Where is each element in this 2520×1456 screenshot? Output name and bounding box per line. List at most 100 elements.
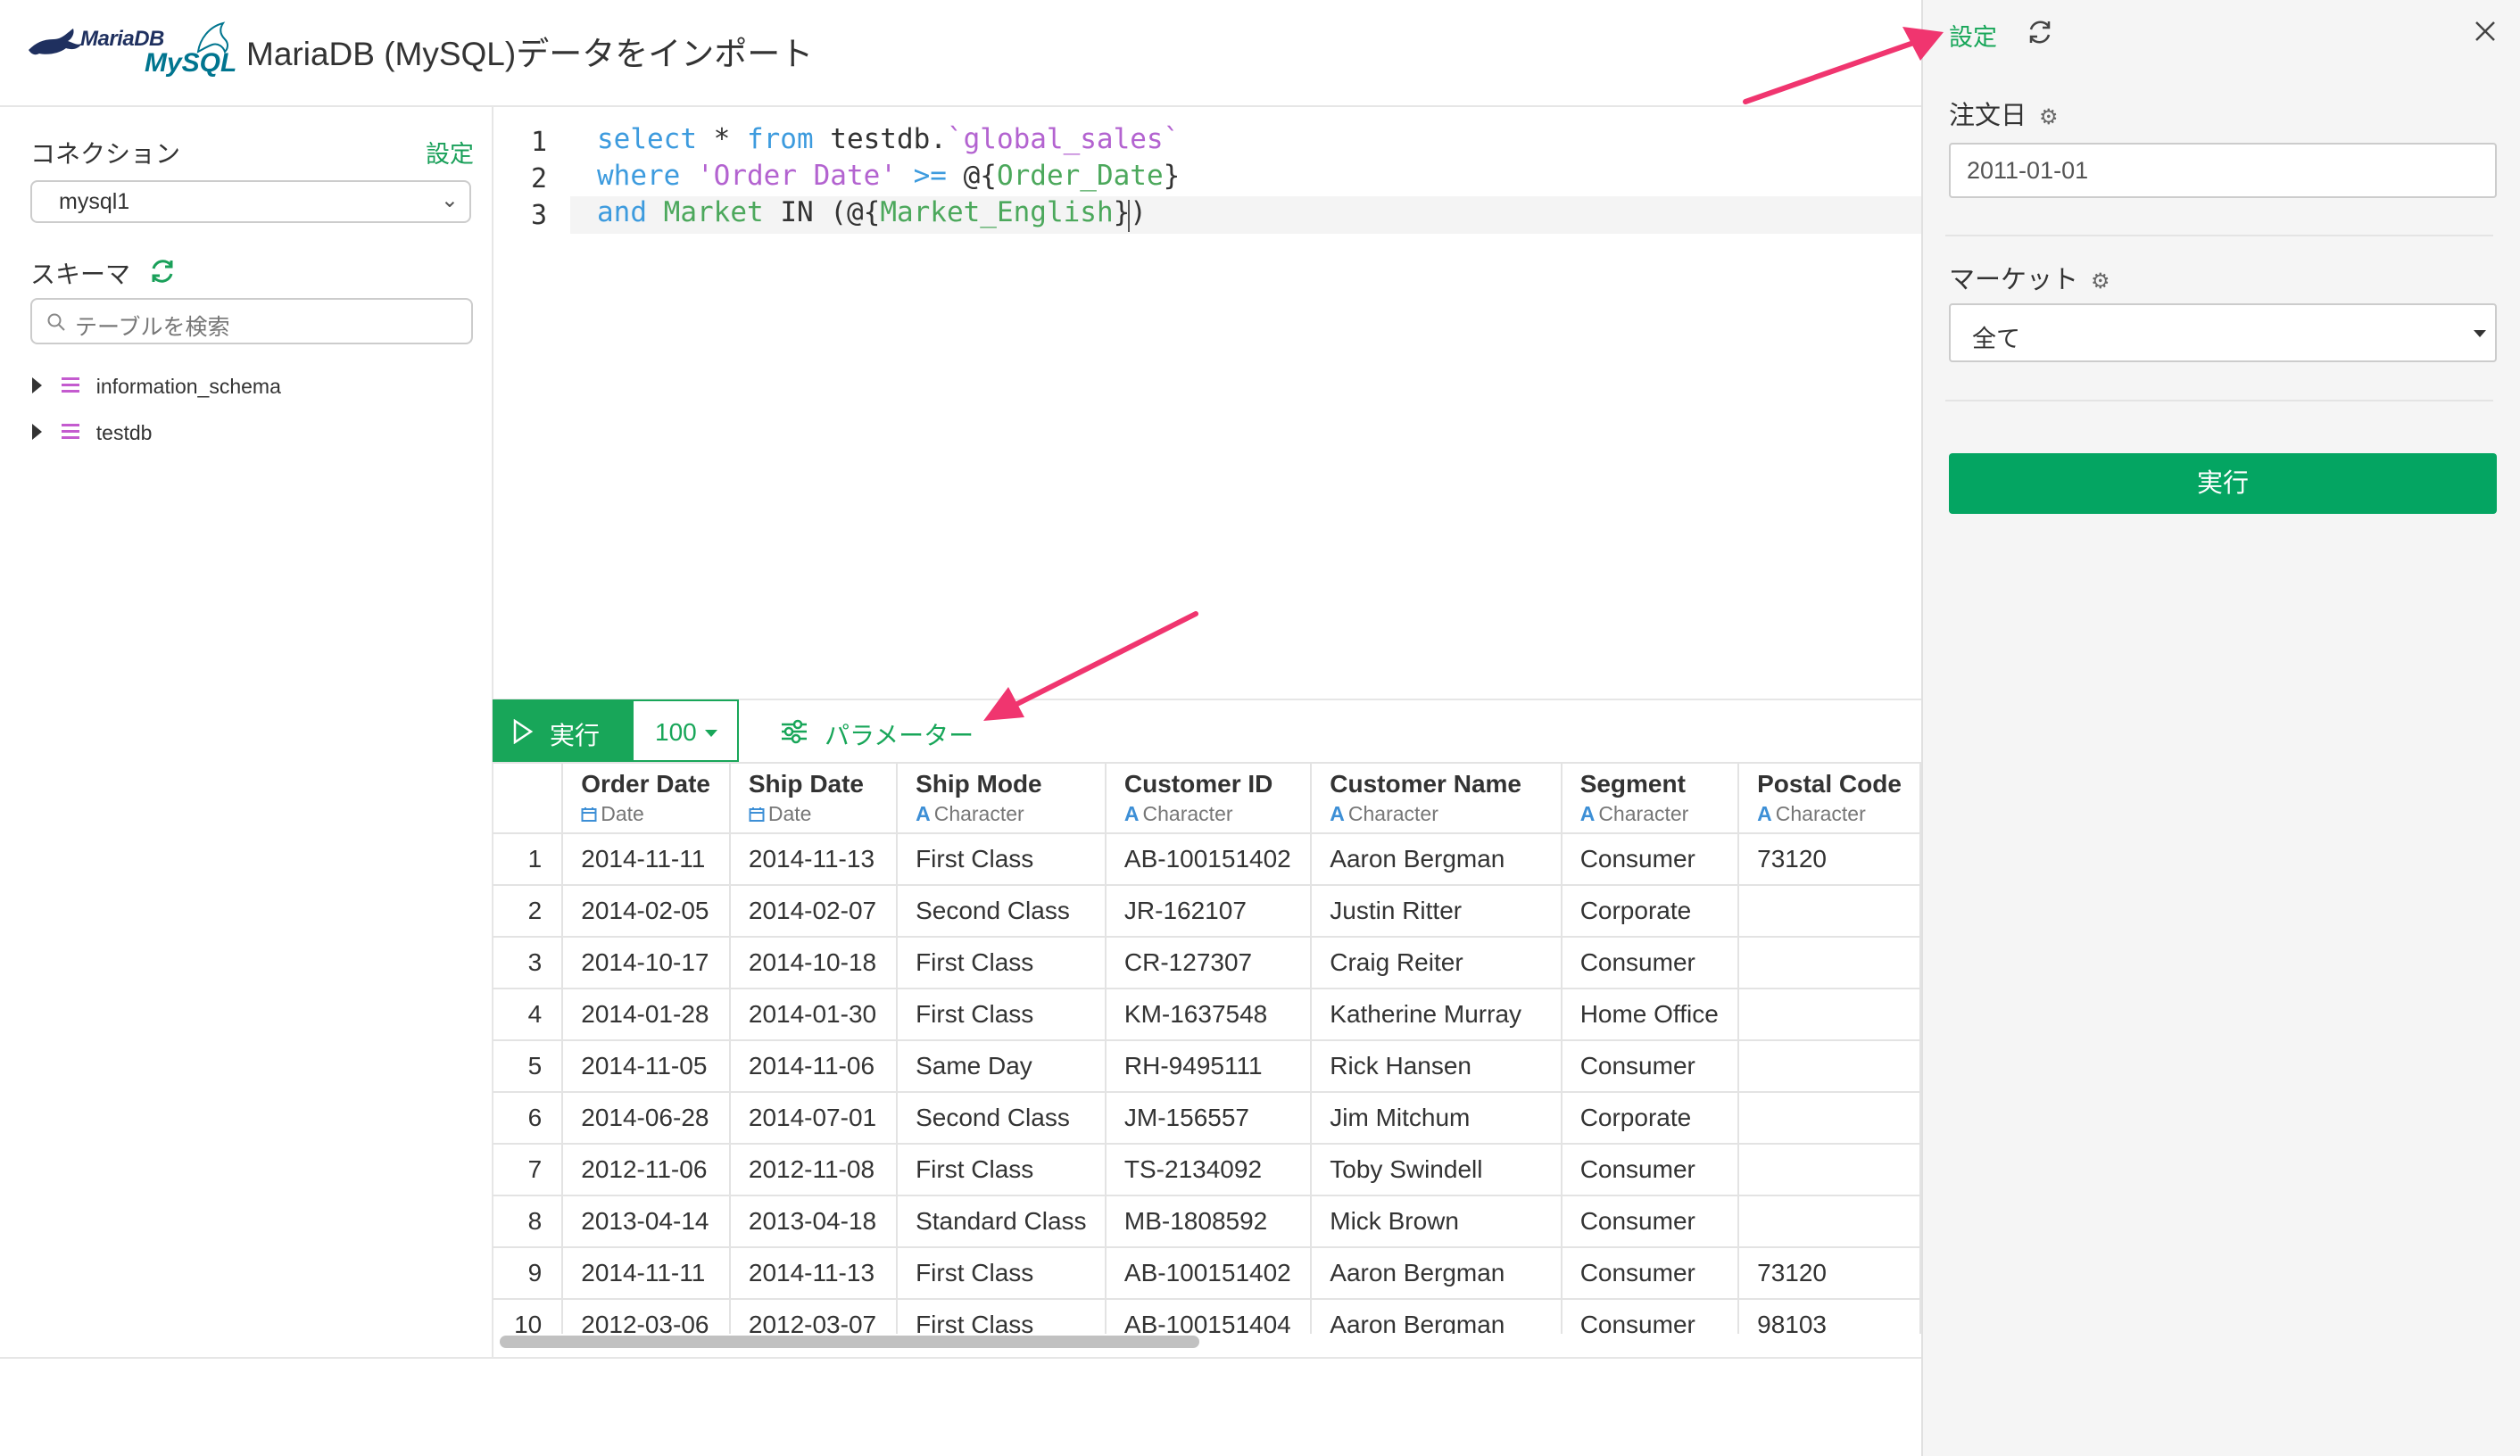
table-cell: 2014-11-13 <box>729 1247 899 1300</box>
horizontal-scrollbar[interactable] <box>500 1336 1199 1348</box>
table-cell: 2014-10-18 <box>729 937 899 989</box>
market-select[interactable]: 全て <box>1949 303 2497 362</box>
connection-select[interactable]: mysql1 ⌄ <box>30 180 471 223</box>
column-header[interactable]: Segment A Character <box>1561 763 1740 834</box>
table-row[interactable]: 3 2014-10-17 2014-10-18 First Class CR-12730… <box>493 937 1921 989</box>
code-token: @{ <box>946 160 997 192</box>
table-cell: Standard Class <box>897 1195 1107 1248</box>
tree-item-information-schema[interactable]: information_schema <box>32 375 281 399</box>
column-header[interactable]: Order Date Date <box>562 763 731 834</box>
table-cell: JM-156557 <box>1105 1092 1313 1145</box>
tree-item-testdb[interactable]: testdb <box>32 421 152 445</box>
table-cell: First Class <box>897 937 1107 989</box>
table-row[interactable]: 9 2014-11-11 2014-11-13 First Class AB-10015… <box>493 1247 1921 1300</box>
divider <box>1945 400 2493 401</box>
calendar-icon <box>581 802 597 825</box>
caret-down-icon <box>2474 330 2486 337</box>
sliders-icon <box>782 719 807 744</box>
column-type: A Character <box>1330 802 1542 826</box>
results-table: Order Date Date Ship Date Date Ship Mode A Cha… <box>493 763 1921 1334</box>
row-number-header <box>493 763 564 834</box>
gear-icon[interactable]: ⚙ <box>2091 269 2110 294</box>
column-name: Ship Date <box>748 769 865 798</box>
table-row[interactable]: 1 2014-11-11 2014-11-13 First Class AB-10015… <box>493 833 1921 886</box>
column-header[interactable]: Ship Date Date <box>729 763 899 834</box>
table-cell: 2012-11-06 <box>562 1144 731 1196</box>
table-cell: Consumer <box>1561 1195 1740 1248</box>
table-cell: Craig Reiter <box>1311 937 1563 989</box>
play-icon <box>513 719 534 744</box>
table-cell: Aaron Bergman <box>1311 1247 1563 1300</box>
order-date-input[interactable]: 2011-01-01 <box>1949 143 2497 198</box>
table-cell: Second Class <box>897 885 1107 938</box>
expand-arrow-icon[interactable] <box>32 424 42 440</box>
market-select-value: 全て <box>1972 326 2020 352</box>
table-cell: 2014-11-06 <box>729 1040 899 1093</box>
table-row[interactable]: 8 2013-04-14 2013-04-18 Standard Class MB-18… <box>493 1195 1921 1248</box>
row-number: 10 <box>493 1299 564 1334</box>
column-header[interactable]: Ship Mode A Character <box>897 763 1107 834</box>
run-button[interactable]: 実行 <box>493 699 632 762</box>
table-cell: Mick Brown <box>1311 1195 1563 1248</box>
table-row[interactable]: 10 2012-03-06 2012-03-07 First Class AB-1001… <box>493 1299 1921 1334</box>
character-type-icon: A <box>916 801 931 825</box>
refresh-icon[interactable] <box>2026 18 2054 46</box>
table-cell: Consumer <box>1561 1144 1740 1196</box>
calendar-icon <box>749 802 765 825</box>
table-cell: TS-2134092 <box>1105 1144 1313 1196</box>
table-cell <box>1738 1092 1921 1145</box>
table-cell: 2013-04-14 <box>562 1195 731 1248</box>
column-header[interactable]: Postal Code A Character <box>1738 763 1921 834</box>
table-cell: 2014-01-30 <box>729 989 899 1041</box>
divider <box>1945 235 2493 236</box>
table-cell: Toby Swindell <box>1311 1144 1563 1196</box>
results-grid[interactable]: Order Date Date Ship Date Date Ship Mode A Cha… <box>493 763 1921 1334</box>
tree-item-label: testdb <box>95 421 153 444</box>
table-cell: Corporate <box>1561 1092 1740 1145</box>
column-type-label: Character <box>933 801 1024 825</box>
parameter-panel <box>1921 0 2520 1456</box>
table-cell: 2014-11-11 <box>562 1247 731 1300</box>
code-line-1: select * from testdb.`global_sales` <box>597 123 1180 155</box>
annotation-arrow-parameters <box>983 611 1198 721</box>
column-header[interactable]: Customer Name A Character <box>1311 763 1563 834</box>
seal-icon <box>29 29 82 55</box>
table-row[interactable]: 2 2014-02-05 2014-02-07 Second Class JR-1621… <box>493 885 1921 938</box>
table-row[interactable]: 5 2014-11-05 2014-11-06 Same Day RH-9495111 R… <box>493 1040 1921 1093</box>
search-icon <box>47 313 65 331</box>
close-icon[interactable] <box>2474 20 2497 43</box>
table-cell: First Class <box>897 1144 1107 1196</box>
sql-editor[interactable]: 1 2 3 select * from testdb.`global_sales… <box>493 107 1921 699</box>
database-icon <box>62 377 80 393</box>
column-type: Date <box>749 802 878 826</box>
schema-label: スキーマ <box>30 261 131 288</box>
table-cell: AB-100151404 <box>1105 1299 1313 1334</box>
refresh-schema-icon[interactable] <box>148 257 177 285</box>
column-header[interactable]: Customer ID A Character <box>1105 763 1313 834</box>
chevron-down-icon: ⌄ <box>440 188 459 212</box>
table-cell: Consumer <box>1561 1040 1740 1093</box>
table-cell: 2013-04-18 <box>729 1195 899 1248</box>
gear-icon[interactable]: ⚙ <box>2039 104 2059 130</box>
row-number: 9 <box>493 1247 564 1300</box>
execute-button[interactable]: 実行 <box>1949 453 2497 514</box>
code-token: from <box>746 123 814 155</box>
footer-divider <box>0 1357 1921 1359</box>
table-row[interactable]: 4 2014-01-28 2014-01-30 First Class KM-16375… <box>493 989 1921 1041</box>
code-token: } <box>1163 160 1181 192</box>
row-number: 8 <box>493 1195 564 1248</box>
table-row[interactable]: 7 2012-11-06 2012-11-08 First Class TS-21340… <box>493 1144 1921 1196</box>
connection-settings-link[interactable]: 設定 <box>426 135 474 170</box>
table-row[interactable]: 6 2014-06-28 2014-07-01 Second Class JM-1565… <box>493 1092 1921 1145</box>
app-header: MariaDB MySQL MariaDB (MySQL)データをインポート <box>0 0 1921 107</box>
table-cell: 2014-11-11 <box>562 833 731 886</box>
sidebar <box>0 107 493 1358</box>
column-name: Postal Code <box>1757 769 1902 798</box>
table-header-row: Order Date Date Ship Date Date Ship Mode A Cha… <box>493 763 1921 834</box>
column-type-label: Character <box>1142 801 1233 825</box>
table-search-input[interactable]: テーブルを検索 <box>30 298 473 344</box>
column-type-label: Character <box>1347 801 1438 825</box>
expand-arrow-icon[interactable] <box>32 377 42 393</box>
row-limit-dropdown[interactable]: 100 <box>632 699 739 762</box>
